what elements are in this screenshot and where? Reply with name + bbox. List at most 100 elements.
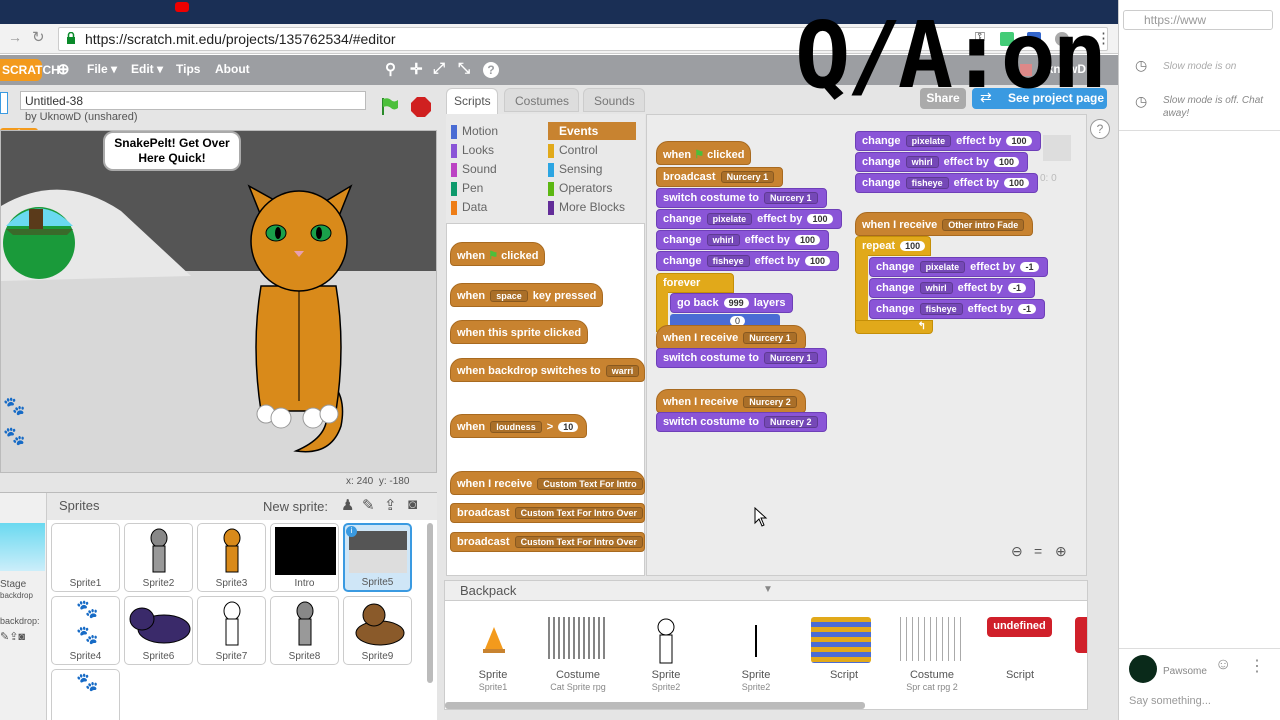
script2-change-fisheye-neg[interactable]: change fisheye effect by -1 <box>869 299 1045 319</box>
category-motion[interactable]: Motion <box>451 124 498 139</box>
backdrop-tools-icon[interactable]: ✎⇪◙ <box>0 630 25 643</box>
menu-about[interactable]: About <box>215 62 250 76</box>
choose-sprite-icon[interactable]: ♟ <box>341 496 354 514</box>
duplicate-tool-icon[interactable]: ⚲ <box>385 60 396 78</box>
script-when-flag-clicked[interactable]: when ⚑ clicked <box>656 141 752 165</box>
scratch-logo[interactable]: SCRATCH <box>0 59 60 81</box>
script-switch-costume-1[interactable]: switch costume to Nurcery 1 <box>656 188 827 208</box>
stage-thumb[interactable] <box>0 523 45 571</box>
chat-more-icon[interactable]: ⋮ <box>1249 656 1265 676</box>
palette-when-sprite-clicked[interactable]: when this sprite clicked <box>450 320 589 344</box>
palette-broadcast-and-wait[interactable]: broadcast Custom Text For Intro Over <box>450 532 645 552</box>
backpack-item-8-partial[interactable] <box>1075 617 1087 653</box>
info-icon[interactable]: i <box>346 526 357 537</box>
category-sensing[interactable]: Sensing <box>548 162 602 177</box>
paint-sprite-icon[interactable]: ✎ <box>362 496 375 514</box>
backpack-item-5-thumb[interactable] <box>811 617 871 663</box>
script-switch-costume-3[interactable]: switch costume to Nurcery 2 <box>656 412 827 432</box>
backpack-item-2-thumb[interactable] <box>548 617 608 659</box>
backpack-collapse-icon[interactable]: ▼ <box>763 584 773 595</box>
script-when-receive-nursery2[interactable]: when I receive Nurcery 2 <box>656 389 806 413</box>
sprite-thumb-8[interactable]: Sprite8 <box>270 596 339 665</box>
sprites-header <box>47 493 437 520</box>
script-switch-costume-2[interactable]: switch costume to Nurcery 1 <box>656 348 827 368</box>
backpack-scrollbar[interactable] <box>445 702 865 709</box>
green-flag-icon[interactable] <box>380 96 400 116</box>
sprite-thumb-intro[interactable]: Intro <box>270 523 339 592</box>
palette-when-i-receive[interactable]: when I receive Custom Text For Intro <box>450 471 645 495</box>
backpack-item-1-label: Sprite <box>478 669 508 681</box>
category-looks[interactable]: Looks <box>451 143 494 158</box>
script2-change-whirl-neg[interactable]: change whirl effect by -1 <box>869 278 1035 298</box>
tab-scripts[interactable]: Scripts <box>446 88 498 114</box>
menu-tips[interactable]: Tips <box>176 62 200 76</box>
backpack-item-4-thumb[interactable] <box>755 625 757 657</box>
script-broadcast-nursery1[interactable]: broadcast Nurcery 1 <box>656 167 784 187</box>
menu-edit[interactable]: Edit ▾ <box>131 62 163 76</box>
sprite-thumb-2[interactable]: Sprite2 <box>124 523 193 592</box>
reload-icon[interactable]: ↻ <box>32 28 45 46</box>
globe-icon[interactable]: ⊕ <box>57 60 70 78</box>
cut-tool-icon[interactable]: ✛ <box>410 60 423 78</box>
script2-change-fisheye[interactable]: change fisheye effect by 100 <box>855 173 1039 193</box>
sprites-scrollbar[interactable] <box>427 523 433 683</box>
menu-file[interactable]: File ▾ <box>87 62 117 76</box>
help-button[interactable]: ? <box>1090 119 1110 139</box>
palette-when-loudness[interactable]: when loudness > 10 <box>450 414 588 438</box>
zoom-out-icon[interactable]: ⊖ <box>1011 543 1023 560</box>
script-change-whirl[interactable]: change whirl effect by 100 <box>656 230 829 250</box>
backpack-item-1-thumb[interactable] <box>473 619 515 661</box>
sprite-thumb-5-selected[interactable]: i Sprite5 <box>343 523 412 592</box>
category-sound[interactable]: Sound <box>451 162 497 177</box>
palette-when-flag-clicked[interactable]: when ⚑ clicked <box>450 242 546 266</box>
chat-url[interactable]: https://www <box>1123 10 1273 30</box>
palette-broadcast[interactable]: broadcast Custom Text For Intro Over <box>450 503 645 523</box>
category-pen[interactable]: Pen <box>451 181 483 196</box>
cat-sprite[interactable] <box>241 166 361 456</box>
category-more-blocks[interactable]: More Blocks <box>548 200 625 215</box>
help-icon[interactable]: ? <box>483 62 499 78</box>
category-data[interactable]: Data <box>451 200 487 215</box>
speech-bubble: SnakePelt! Get Over Here Quick! <box>103 131 241 171</box>
chat-input[interactable]: Say something... <box>1129 695 1211 707</box>
tab-sounds[interactable]: Sounds <box>583 88 645 112</box>
script-change-fisheye[interactable]: change fisheye effect by 100 <box>656 251 840 271</box>
script2-when-receive-other[interactable]: when I receive Other intro Fade <box>855 212 1034 236</box>
sprite-thumb-10[interactable]: 🐾 <box>51 669 120 720</box>
palette-when-key-pressed[interactable]: when space key pressed <box>450 283 604 307</box>
forward-icon[interactable]: → <box>8 29 22 45</box>
category-operators[interactable]: Operators <box>548 181 612 196</box>
script-change-pixelate[interactable]: change pixelate effect by 100 <box>656 209 842 229</box>
script-forever[interactable]: forever <box>656 273 734 293</box>
zoom-in-icon[interactable]: ⊕ <box>1055 543 1067 560</box>
script2-repeat[interactable]: repeat 100 <box>855 236 931 256</box>
script2-change-pixelate-neg[interactable]: change pixelate effect by -1 <box>869 257 1048 277</box>
camera-sprite-icon[interactable]: ◙ <box>408 496 417 513</box>
script2-change-whirl[interactable]: change whirl effect by 100 <box>855 152 1028 172</box>
sprite-thumb-7[interactable]: Sprite7 <box>197 596 266 665</box>
category-events[interactable]: Events <box>548 122 636 140</box>
fullscreen-icon[interactable] <box>0 92 8 114</box>
backpack-item-7-thumb[interactable]: undefined <box>987 617 1052 637</box>
upload-sprite-icon[interactable]: ⇪ <box>384 496 397 514</box>
script2-change-pixelate[interactable]: change pixelate effect by 100 <box>855 131 1041 151</box>
sprite-thumb-9[interactable]: Sprite9 <box>343 596 412 665</box>
project-title-field[interactable]: Untitled-38 <box>20 91 366 110</box>
stop-icon[interactable] <box>410 96 432 118</box>
sprite-thumb-6[interactable]: Sprite6 <box>124 596 193 665</box>
stage[interactable]: SnakePelt! Get Over Here Quick! 🐾 🐾 <box>0 130 437 473</box>
script-when-receive-nursery1[interactable]: when I receive Nurcery 1 <box>656 325 806 349</box>
sprite-thumb-4[interactable]: 🐾 🐾 Sprite4 <box>51 596 120 665</box>
script-go-back-layers[interactable]: go back 999 layers <box>670 293 793 313</box>
backpack-item-6-thumb[interactable] <box>900 617 964 661</box>
emoji-icon[interactable]: ☺ <box>1215 656 1231 674</box>
tab-costumes[interactable]: Costumes <box>504 88 579 112</box>
shrink-tool-icon[interactable]: ⤡ <box>458 60 470 77</box>
backpack-item-3-thumb[interactable] <box>652 617 680 665</box>
zoom-reset-icon[interactable]: = <box>1034 543 1042 559</box>
sprite-thumb-3[interactable]: Sprite3 <box>197 523 266 592</box>
palette-when-backdrop-switches[interactable]: when backdrop switches to warri <box>450 358 645 382</box>
grow-tool-icon[interactable]: ⤢ <box>433 60 445 77</box>
sprite-thumb-1[interactable]: Sprite1 <box>51 523 120 592</box>
category-control[interactable]: Control <box>548 143 598 158</box>
